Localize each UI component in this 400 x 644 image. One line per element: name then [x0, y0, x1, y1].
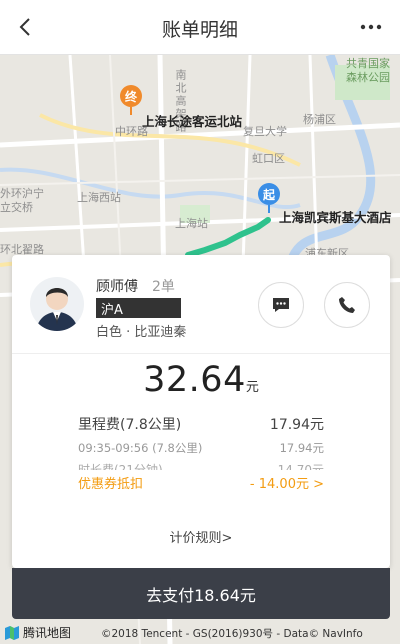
driver-name: 顾师傅: [96, 279, 138, 295]
top-nav-bar: 账单明细: [0, 0, 400, 55]
duration-fee-label: 时长费(21分钟): [78, 463, 163, 470]
phone-icon: [339, 297, 355, 313]
fare-total-unit: 元: [245, 380, 259, 395]
mileage-detail-label: 09:35-09:56 (7.8公里): [78, 441, 203, 455]
coupon-label: 优惠券抵扣: [78, 477, 144, 492]
driver-order-count: 2单: [152, 279, 175, 295]
map-label-gongqing: 共青国家森林公园: [346, 57, 390, 84]
mileage-fee-label: 里程费(7.8公里): [78, 417, 182, 433]
license-plate: 沪A: [96, 298, 181, 318]
tencent-map-icon: [5, 625, 19, 640]
map-label-waihuan: 外环沪宁 立交桥: [0, 187, 44, 214]
end-marker-label: 终: [120, 85, 142, 107]
mileage-fee-value: 17.94元: [269, 417, 324, 433]
coupon-value: - 14.00元 >: [249, 477, 324, 492]
end-marker[interactable]: 终: [120, 85, 142, 115]
bill-card: 顾师傅 2单 沪A 白色 · 比亚迪秦 32.64元 里程费(7.8公里) 17…: [12, 255, 390, 568]
map-label-yangpu: 杨浦区: [303, 113, 336, 126]
start-marker[interactable]: 起: [258, 183, 280, 213]
car-info: 白色 · 比亚迪秦: [96, 325, 187, 340]
map-label-fudan: 复旦大学: [243, 125, 287, 138]
start-marker-stem: [268, 205, 270, 213]
tencent-map-logo: 腾讯地图: [4, 624, 71, 641]
card-divider: [12, 353, 390, 354]
mileage-detail-value: 17.94元: [279, 441, 324, 455]
end-marker-stem: [130, 107, 132, 115]
tencent-map-text: 腾讯地图: [23, 626, 72, 640]
duration-fee-row: 时长费(21分钟) 14.70元: [78, 461, 324, 470]
end-place-label: 上海长途客运北站: [142, 114, 243, 129]
message-button[interactable]: [258, 282, 304, 328]
duration-fee-value: 14.70元: [277, 463, 324, 470]
map-label-hongkou: 虹口区: [252, 152, 285, 165]
start-marker-label: 起: [258, 183, 280, 205]
map-attribution: 腾讯地图 ©2018 Tencent - GS(2016)930号 - Data…: [0, 622, 400, 644]
pricing-rules-link[interactable]: 计价规则>: [12, 527, 390, 546]
start-place-label: 上海凯宾斯基大酒店: [279, 210, 392, 225]
fare-total: 32.64元: [12, 360, 390, 400]
message-icon: [273, 298, 289, 312]
call-button[interactable]: [324, 282, 370, 328]
driver-avatar-icon: [30, 277, 84, 331]
map-label-shanghai-station: 上海站: [175, 217, 208, 230]
map-label-shanghai-west: 上海西站: [77, 191, 121, 204]
more-dots-icon: [360, 24, 382, 30]
more-button[interactable]: [356, 14, 386, 40]
pay-button[interactable]: 去支付18.64元: [12, 568, 390, 619]
page-title: 账单明细: [161, 19, 238, 41]
copyright-text: ©2018 Tencent - GS(2016)930号 - Data© Nav…: [101, 628, 363, 640]
fare-total-amount: 32.64: [143, 360, 246, 400]
